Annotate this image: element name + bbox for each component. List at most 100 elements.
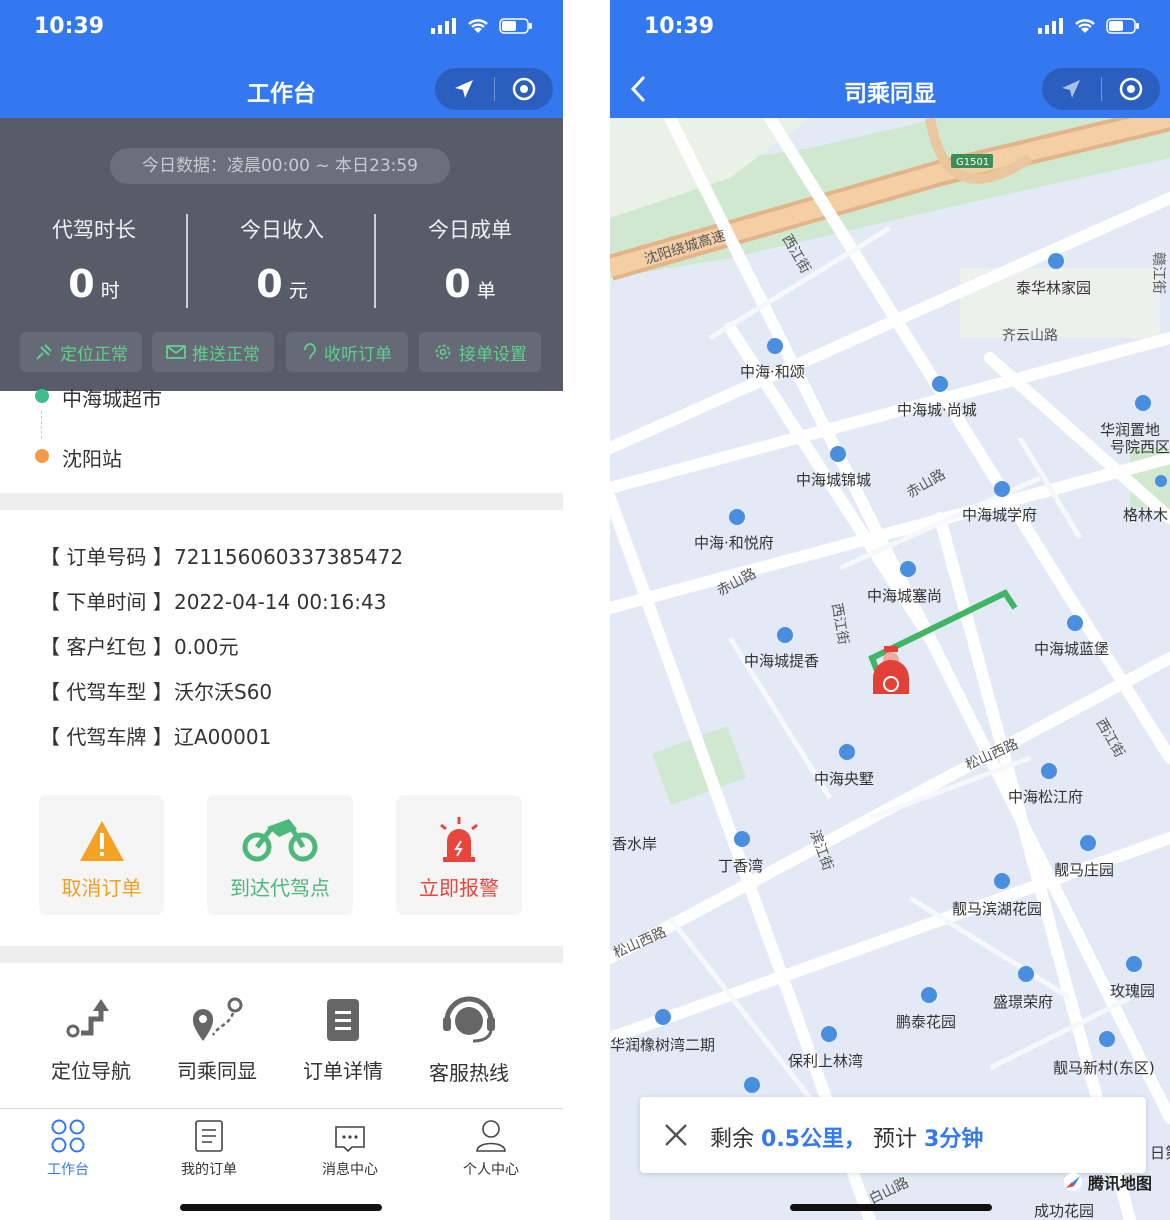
status-time: 10:39 <box>644 14 715 39</box>
user-icon <box>476 1120 506 1152</box>
tool-label: 客服热线 <box>429 1061 509 1085</box>
stat-label: 今日收入 <box>240 218 324 242</box>
action-label: 到达代驾点 <box>230 876 330 900</box>
action-label: 立即报警 <box>419 876 499 900</box>
close-capsule-button[interactable] <box>1102 68 1161 110</box>
tool-shared-view[interactable]: 司乘同显 <box>154 995 280 1084</box>
ear-icon <box>304 343 316 360</box>
map-label: 中海·和颂 <box>740 363 805 381</box>
target-icon <box>512 77 535 101</box>
chip-order-settings[interactable]: 接单设置 <box>419 332 541 372</box>
tab-my-orders[interactable]: 我的订单 <box>159 1117 259 1179</box>
chip-label: 推送正常 <box>192 344 260 365</box>
tab-profile[interactable]: 个人中心 <box>441 1117 541 1179</box>
eta-label: 预计 <box>873 1127 918 1152</box>
map-label: 日第 <box>1150 1144 1170 1162</box>
envelope-icon <box>166 345 186 359</box>
status-time: 10:39 <box>34 14 105 39</box>
map-label: 华润橡树湾二期 <box>610 1036 715 1054</box>
tool-hotline[interactable]: 客服热线 <box>406 995 532 1086</box>
map-view[interactable]: 沈阳绕城高速 G1501 西江街 赣江街 泰华林家园 齐云山路 中海·和颂 中海… <box>610 118 1170 1220</box>
tencent-map-logo-icon <box>1064 1173 1082 1191</box>
gear-icon <box>435 344 451 360</box>
mini-program-capsule <box>435 68 553 110</box>
arrive-pickup-button[interactable]: 到达代驾点 <box>207 795 353 915</box>
today-range-pill: 今日数据：凌晨00:00 ~ 本日23:59 <box>110 148 450 184</box>
cancel-order-button[interactable]: 取消订单 <box>39 795 164 915</box>
route-section: 中海城超市 沈阳站 <box>0 387 563 493</box>
status-bar: 10:39 <box>0 0 563 60</box>
wifi-icon <box>1075 19 1095 33</box>
close-icon <box>665 1124 687 1146</box>
stat-unit: 元 <box>288 280 308 302</box>
stat-value: 0 <box>256 262 283 306</box>
action-label: 取消订单 <box>61 876 142 900</box>
map-label: 中海城·尚城 <box>897 401 977 419</box>
map-label: 齐云山路 <box>1002 328 1058 344</box>
location-arrow-icon <box>455 80 474 98</box>
siren-icon <box>440 817 478 862</box>
signal-icon <box>1038 18 1063 34</box>
map-label: 靓马庄园 <box>1054 861 1114 879</box>
map-label: 靓马新村(东区) <box>1053 1059 1155 1077</box>
close-capsule-button[interactable] <box>495 68 554 110</box>
map-label: 赣江街 <box>1150 252 1166 294</box>
map-label: 玫瑰园 <box>1110 982 1155 1000</box>
location-arrow-button[interactable] <box>435 68 494 110</box>
map-label: 盛璟荣府 <box>993 993 1053 1011</box>
map-label: 中海城蓝堡 <box>1034 640 1109 658</box>
stat-income: 今日收入 0元 <box>188 214 376 306</box>
tab-label: 工作台 <box>47 1162 89 1178</box>
tab-workbench[interactable]: 工作台 <box>18 1117 118 1179</box>
mini-program-capsule <box>1042 68 1160 110</box>
tab-label: 消息中心 <box>322 1162 378 1178</box>
eta-prefix: 剩余 <box>710 1127 755 1152</box>
status-icons <box>1038 18 1140 34</box>
map-label: 中海城塞尚 <box>867 587 942 605</box>
map-label: 泰华林家园 <box>1016 279 1091 297</box>
stat-value: 0 <box>444 262 471 306</box>
close-button[interactable] <box>662 1117 690 1153</box>
tool-navigate[interactable]: 定位导航 <box>28 995 154 1084</box>
location-arrow-icon <box>1062 80 1081 98</box>
map-canvas: 沈阳绕城高速 G1501 西江街 赣江街 泰华林家园 齐云山路 中海·和颂 中海… <box>610 118 1170 1220</box>
location-arrow-button[interactable] <box>1042 68 1101 110</box>
map-label: 中海央墅 <box>814 770 874 788</box>
order-info-row: 【 代驾车牌 】辽A00001 <box>40 725 272 749</box>
navigation-eta-card: 剩余 0.5公里， 预计 3分钟 <box>640 1097 1146 1173</box>
map-label: 号院西区 <box>1110 438 1170 456</box>
map-label: G1501 <box>956 157 989 168</box>
stat-orders: 今日成单 0单 <box>376 214 563 306</box>
eta-text: 剩余 0.5公里， 预计 3分钟 <box>710 1121 983 1153</box>
stat-unit: 时 <box>100 280 120 302</box>
chip-listen-orders[interactable]: 收听订单 <box>286 332 408 372</box>
chip-label: 接单设置 <box>459 344 527 365</box>
tab-label: 个人中心 <box>463 1162 519 1178</box>
battery-icon <box>1106 18 1139 34</box>
wifi-icon <box>468 19 488 33</box>
remaining-distance: 0.5 <box>761 1127 800 1152</box>
alarm-button[interactable]: 立即报警 <box>396 795 522 915</box>
eta-unit: 分钟 <box>939 1127 984 1152</box>
chip-location-ok[interactable]: 定位正常 <box>20 332 142 372</box>
grid-circles-icon <box>51 1119 85 1153</box>
chip-push-ok[interactable]: 推送正常 <box>152 332 274 372</box>
right-screen: 10:39 司乘同显 沈阳绕城高速 G1501 西江街 赣江街 泰华林家园 齐云… <box>610 0 1170 1220</box>
end-dot <box>35 449 49 463</box>
satellite-icon <box>36 344 52 360</box>
status-icons <box>431 18 533 34</box>
map-label: 华润置地 <box>1100 421 1160 439</box>
tool-label: 定位导航 <box>51 1059 131 1083</box>
route-pin-icon <box>193 997 243 1041</box>
tab-messages[interactable]: 消息中心 <box>300 1117 400 1179</box>
status-bar: 10:39 <box>610 0 1170 60</box>
stat-unit: 单 <box>476 280 496 302</box>
stat-value: 0 <box>68 262 95 306</box>
document-icon <box>195 1120 223 1152</box>
map-label: 香水岸 <box>612 835 657 853</box>
tool-order-detail[interactable]: 订单详情 <box>280 995 406 1084</box>
stat-duration: 代驾时长 0时 <box>0 214 188 306</box>
map-label: 中海松江府 <box>1008 788 1083 806</box>
motorcycle-icon <box>242 819 318 862</box>
left-screen: 10:39 工作台 今日数据：凌晨00:00 ~ 本日23:59 代驾时长 0时… <box>0 0 563 1220</box>
